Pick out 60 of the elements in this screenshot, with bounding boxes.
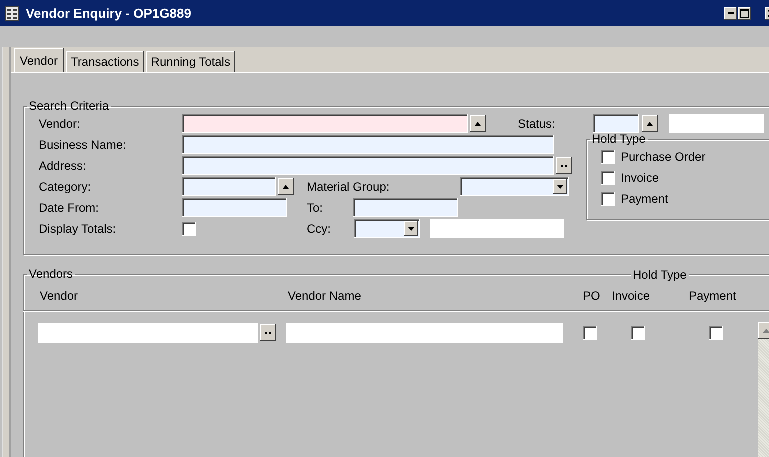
caret-up-icon (762, 328, 769, 332)
window-title: Vendor Enquiry - OP1G889 (26, 6, 192, 20)
tab[interactable]: Transactions (66, 51, 144, 72)
caret-up-icon (283, 184, 289, 188)
caret-icon (408, 226, 414, 230)
checkbox[interactable] (182, 222, 196, 236)
lookup-button[interactable] (642, 115, 658, 132)
field-label: Vendor: (39, 116, 82, 130)
column-header: Vendor (40, 289, 80, 303)
lookup-button[interactable] (470, 115, 486, 132)
browse-button[interactable] (260, 324, 276, 341)
checkbox-label: Payment (621, 192, 668, 206)
minimize-icon (728, 12, 734, 14)
minimize-button[interactable] (724, 6, 737, 20)
browse-button[interactable] (556, 157, 572, 174)
column-header: Vendor Name (288, 289, 362, 303)
group-label: Search Criteria (28, 99, 110, 113)
status-field[interactable] (593, 114, 639, 133)
maximize-icon (740, 8, 749, 18)
checkbox[interactable] (709, 326, 723, 340)
checkbox[interactable] (631, 326, 645, 340)
caret-up-icon (647, 122, 653, 126)
group-label: Hold Type (631, 268, 689, 282)
field-label: Display Totals: (39, 222, 118, 236)
currency-dropdown[interactable] (354, 219, 420, 238)
caret-up-icon (475, 122, 481, 126)
window-icon (5, 6, 19, 20)
field-label: Ccy: (307, 222, 332, 236)
column-header: PO (583, 289, 602, 303)
maximize-button[interactable] (738, 6, 751, 20)
field-label: To: (307, 200, 324, 214)
lookup-button[interactable] (278, 178, 294, 195)
checkbox-label: Purchase Order (621, 150, 706, 164)
group-label: Vendors (28, 267, 74, 281)
field-label: Date From: (39, 200, 100, 214)
vendor-name-field[interactable] (286, 322, 563, 342)
address-field[interactable] (182, 156, 554, 175)
field-label: Status: (518, 116, 556, 130)
checkbox[interactable] (583, 326, 597, 340)
checkbox[interactable] (601, 192, 615, 206)
date-from-field[interactable] (182, 198, 287, 217)
date-to-field[interactable] (353, 198, 458, 217)
field-label: Business Name: (39, 138, 128, 152)
checkbox[interactable] (601, 150, 615, 164)
material-group-dropdown[interactable] (460, 177, 569, 196)
business-name-field[interactable] (182, 135, 554, 154)
group-label: Hold Type (591, 132, 647, 146)
column-header: Payment (689, 289, 736, 303)
checkbox-label: Invoice (621, 170, 660, 184)
category-field[interactable] (182, 177, 276, 196)
vendor-field[interactable] (182, 114, 468, 133)
caret-icon (556, 184, 564, 188)
column-header: Invoice (612, 289, 652, 303)
checkbox[interactable] (601, 170, 615, 184)
field-label: Address: (39, 158, 88, 172)
tab[interactable]: Running Totals (146, 51, 236, 72)
tab[interactable]: Vendor (14, 48, 64, 72)
field-label: Material Group: (307, 180, 391, 194)
vendor-field[interactable] (38, 322, 258, 342)
field-label: Category: (39, 180, 92, 194)
